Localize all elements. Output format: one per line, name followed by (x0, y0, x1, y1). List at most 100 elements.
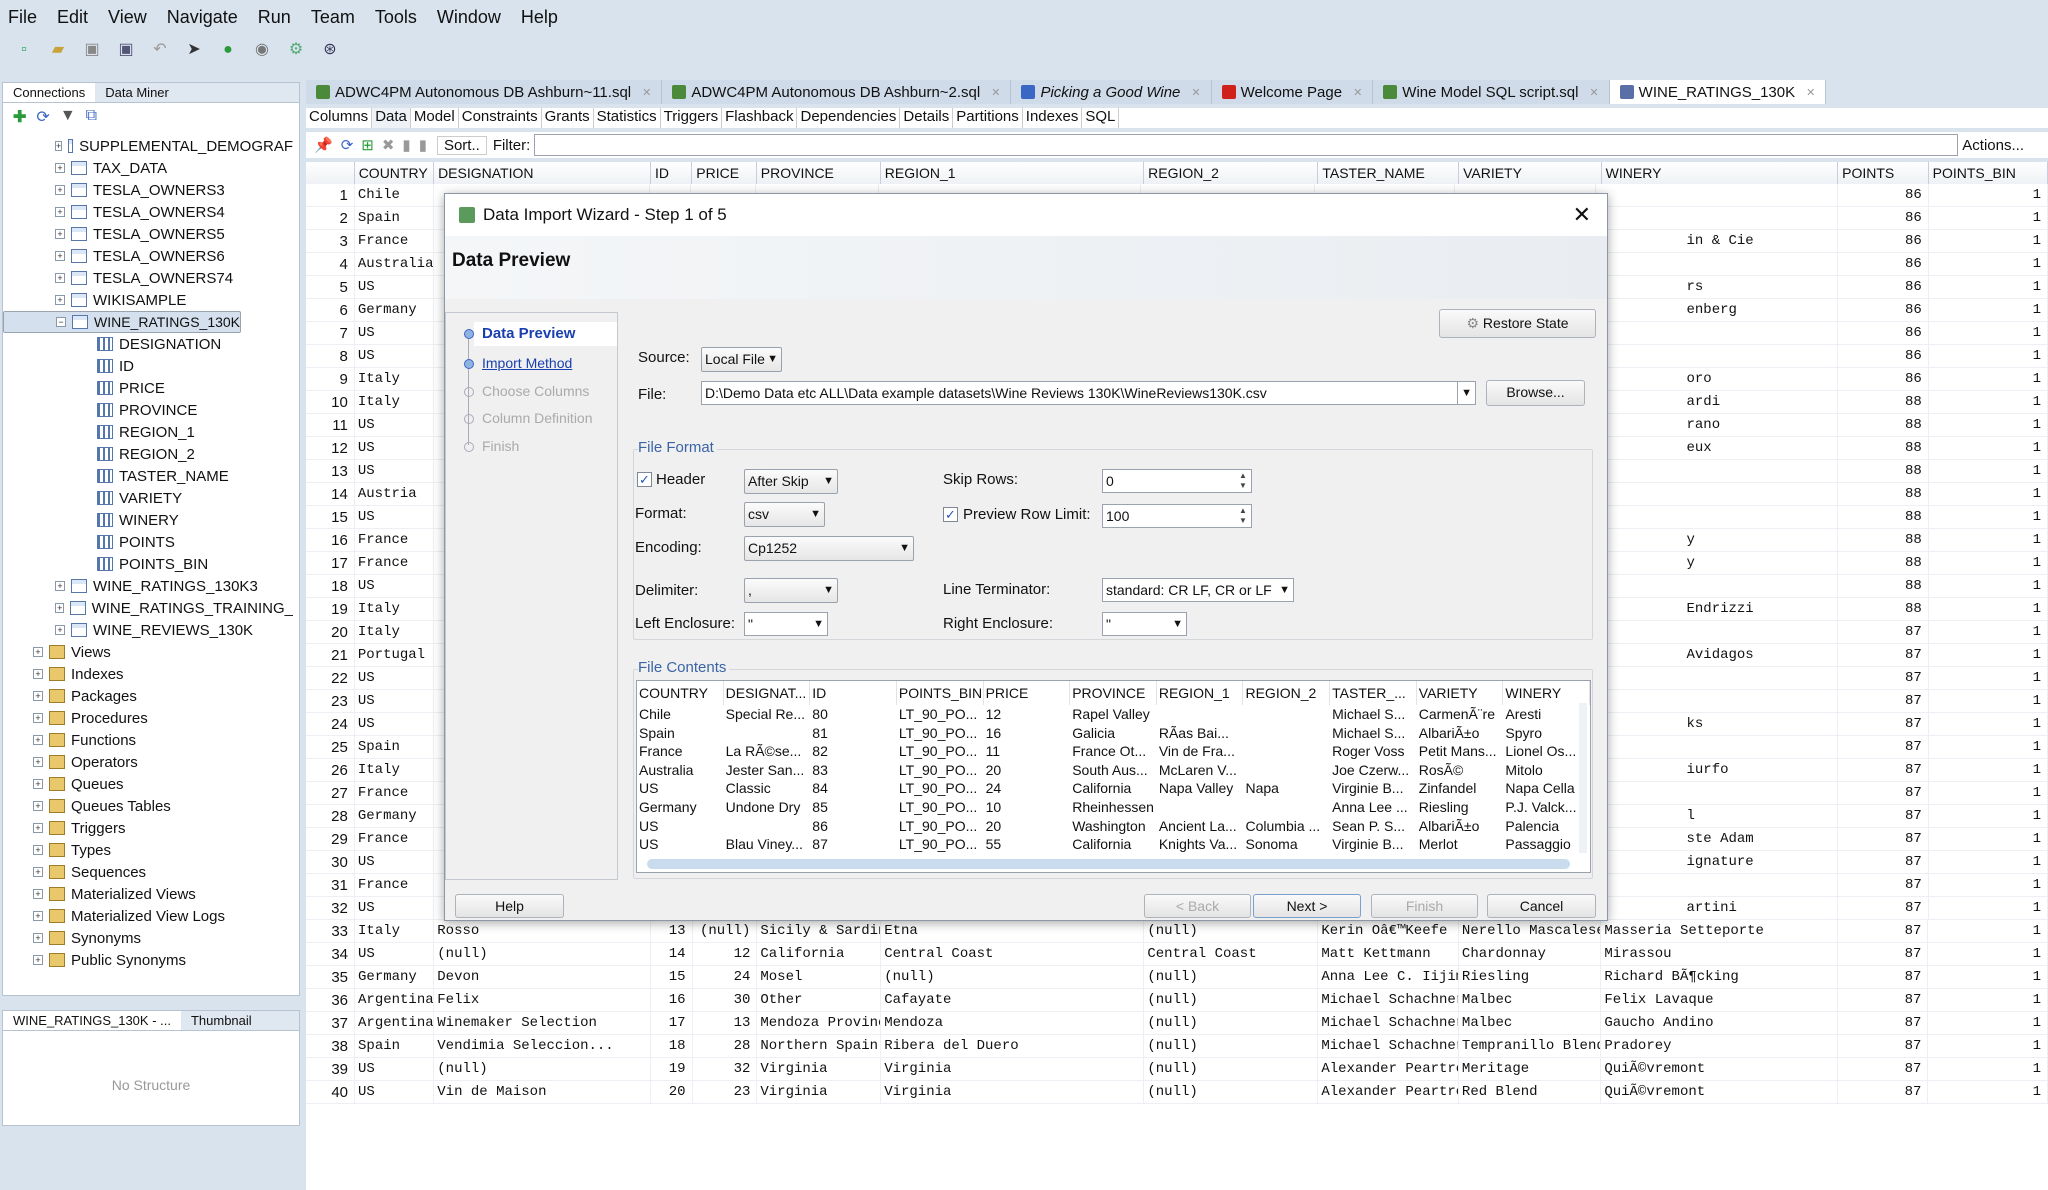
editor-tab[interactable]: ADWC4PM Autonomous DB Ashburn~2.sql ✕ (662, 80, 1012, 104)
table-cell[interactable]: Richard BÃ¶cking (1601, 965, 1838, 989)
preview-row[interactable]: Germany Undone Dry 85 LT_90_PO... 10 Rheinhes… (637, 798, 1590, 817)
table-cell[interactable]: Nerello Mascalese (1459, 919, 1602, 943)
tree-item[interactable]: + Types (3, 839, 293, 861)
table-cell[interactable]: 86 (1838, 321, 1929, 345)
table-cell[interactable]: US (355, 321, 434, 345)
expand-icon[interactable]: + (33, 647, 43, 657)
table-cell[interactable]: 1 (1928, 1080, 2048, 1104)
chevron-down-icon[interactable]: ▼ (813, 613, 824, 635)
table-cell[interactable]: US (355, 1057, 435, 1081)
table-cell[interactable] (1596, 344, 1839, 368)
table-cell[interactable]: 87 (1838, 873, 1929, 897)
table-cell[interactable] (1596, 459, 1839, 483)
table-cell[interactable]: 1 (1929, 735, 2048, 759)
expand-icon[interactable]: + (55, 185, 65, 195)
table-cell[interactable]: 1 (1929, 482, 2048, 506)
table-cell[interactable]: US (355, 942, 435, 966)
table-cell[interactable]: Mendoza (881, 1011, 1145, 1035)
open-icon[interactable]: ▰ (48, 40, 68, 60)
tree-item[interactable]: + Views (3, 641, 293, 663)
column-header[interactable]: WINERY (1601, 162, 1839, 184)
table-cell[interactable]: oro (1596, 367, 1839, 391)
expand-icon[interactable]: + (33, 669, 43, 679)
table-cell[interactable]: 88 (1838, 390, 1929, 414)
table-cell[interactable]: (null) (1144, 919, 1319, 943)
tree-item[interactable]: + Queues (3, 773, 293, 795)
table-cell[interactable]: California (757, 942, 882, 966)
preview-row[interactable]: Spain 81 LT_90_PO... 16 Galicia RÃ­as Bai... M… (637, 724, 1590, 743)
table-cell[interactable]: 87 (1838, 666, 1929, 690)
table-cell[interactable]: Pradorey (1601, 1034, 1838, 1058)
tab-flashback[interactable]: Flashback (722, 108, 798, 128)
table-cell[interactable] (1596, 735, 1839, 759)
next-button[interactable]: Next > (1253, 894, 1361, 918)
schema-icon[interactable]: ⧉ (86, 107, 97, 125)
table-cell[interactable]: Spain (355, 735, 434, 759)
table-cell[interactable]: y (1596, 551, 1839, 575)
tree-item[interactable]: POINTS_BIN (3, 553, 293, 575)
tree-item[interactable]: + Packages (3, 685, 293, 707)
table-cell[interactable]: 1 (1928, 919, 2048, 943)
tree-item[interactable]: + Public Synonyms (3, 949, 293, 971)
tree-item[interactable]: + WINE_REVIEWS_130K (3, 619, 293, 641)
table-cell[interactable]: 1 (1929, 896, 2048, 920)
table-cell[interactable]: Italy (355, 390, 434, 414)
table-cell[interactable]: 12 (693, 942, 758, 966)
tree-item[interactable]: + WIKISAMPLE (3, 289, 293, 311)
source-select[interactable]: Local File ▼ (701, 347, 782, 372)
table-cell[interactable]: Felix Lavaque (1601, 988, 1838, 1012)
table-cell[interactable]: artini (1596, 896, 1839, 920)
tree-item[interactable]: + Materialized View Logs (3, 905, 293, 927)
table-cell[interactable]: ste Adam (1596, 827, 1839, 851)
table-cell[interactable]: 23 (693, 1080, 758, 1104)
expand-icon[interactable]: + (55, 603, 65, 613)
table-cell[interactable]: 88 (1838, 482, 1929, 506)
table-cell[interactable] (1596, 574, 1839, 598)
table-cell[interactable]: Germany (355, 804, 434, 828)
tree-item[interactable]: + WINE_RATINGS_130K3 (3, 575, 293, 597)
table-cell[interactable]: 1 (1928, 1011, 2048, 1035)
tree-item[interactable]: + Procedures (3, 707, 293, 729)
table-cell[interactable]: France (355, 551, 434, 575)
preview-column-header[interactable]: REGION_1 (1157, 681, 1244, 705)
table-cell[interactable]: (null) (1144, 1011, 1319, 1035)
table-cell[interactable] (1596, 206, 1839, 230)
table-cell[interactable]: 87 (1838, 827, 1929, 851)
encoding-select[interactable]: Cp1252 ▼ (744, 536, 914, 561)
table-cell[interactable]: Spain (355, 1034, 435, 1058)
table-cell[interactable]: 88 (1838, 574, 1929, 598)
table-cell[interactable]: 86 (1838, 344, 1929, 368)
menu-run[interactable]: Run (258, 7, 291, 28)
table-cell[interactable] (1596, 781, 1839, 805)
table-cell[interactable]: 1 (1929, 390, 2048, 414)
spinner-icon[interactable]: ▲ ▼ (1236, 506, 1250, 526)
expand-icon[interactable]: + (33, 713, 43, 723)
table-cell[interactable]: 87 (1838, 1011, 1929, 1035)
preview-row[interactable]: US 86 LT_90_PO... 20 Washington Ancient La...… (637, 817, 1590, 836)
preview-column-header[interactable]: DESIGNAT... (724, 681, 811, 705)
preview-column-header[interactable]: PRICE (984, 681, 1071, 705)
table-cell[interactable]: 88 (1838, 436, 1929, 460)
preview-row[interactable]: Australia Jester San... 83 LT_90_PO... 20 Sou… (637, 761, 1590, 780)
preview-column-header[interactable]: TASTER_... (1330, 681, 1417, 705)
collapse-icon[interactable]: − (56, 317, 66, 327)
table-cell[interactable]: 1 (1929, 804, 2048, 828)
table-cell[interactable]: 88 (1838, 413, 1929, 437)
preview-row[interactable]: US Blau Viney... 87 LT_90_PO... 55 California… (637, 835, 1590, 854)
table-cell[interactable]: Meritage (1459, 1057, 1602, 1081)
table-cell[interactable]: 1 (1929, 229, 2048, 253)
table-cell[interactable]: 1 (1929, 344, 2048, 368)
table-cell[interactable]: 15 (651, 965, 693, 989)
horizontal-scrollbar[interactable] (647, 859, 1570, 869)
table-cell[interactable]: Winemaker Selection (434, 1011, 651, 1035)
chevron-down-icon[interactable]: ▼ (1172, 613, 1183, 635)
table-cell[interactable]: Michael Schachner (1318, 1034, 1459, 1058)
table-cell[interactable]: Italy (355, 758, 434, 782)
step-data-preview[interactable]: Data Preview (474, 322, 617, 346)
column-header[interactable]: PRICE (692, 162, 757, 184)
table-cell[interactable]: 20 (651, 1080, 693, 1104)
line-terminator-combo[interactable]: standard: CR LF, CR or LF ▼ (1102, 578, 1294, 602)
close-tab-icon[interactable]: ✕ (1806, 86, 1815, 99)
table-cell[interactable] (1596, 183, 1839, 207)
table-cell[interactable]: 87 (1838, 643, 1929, 667)
